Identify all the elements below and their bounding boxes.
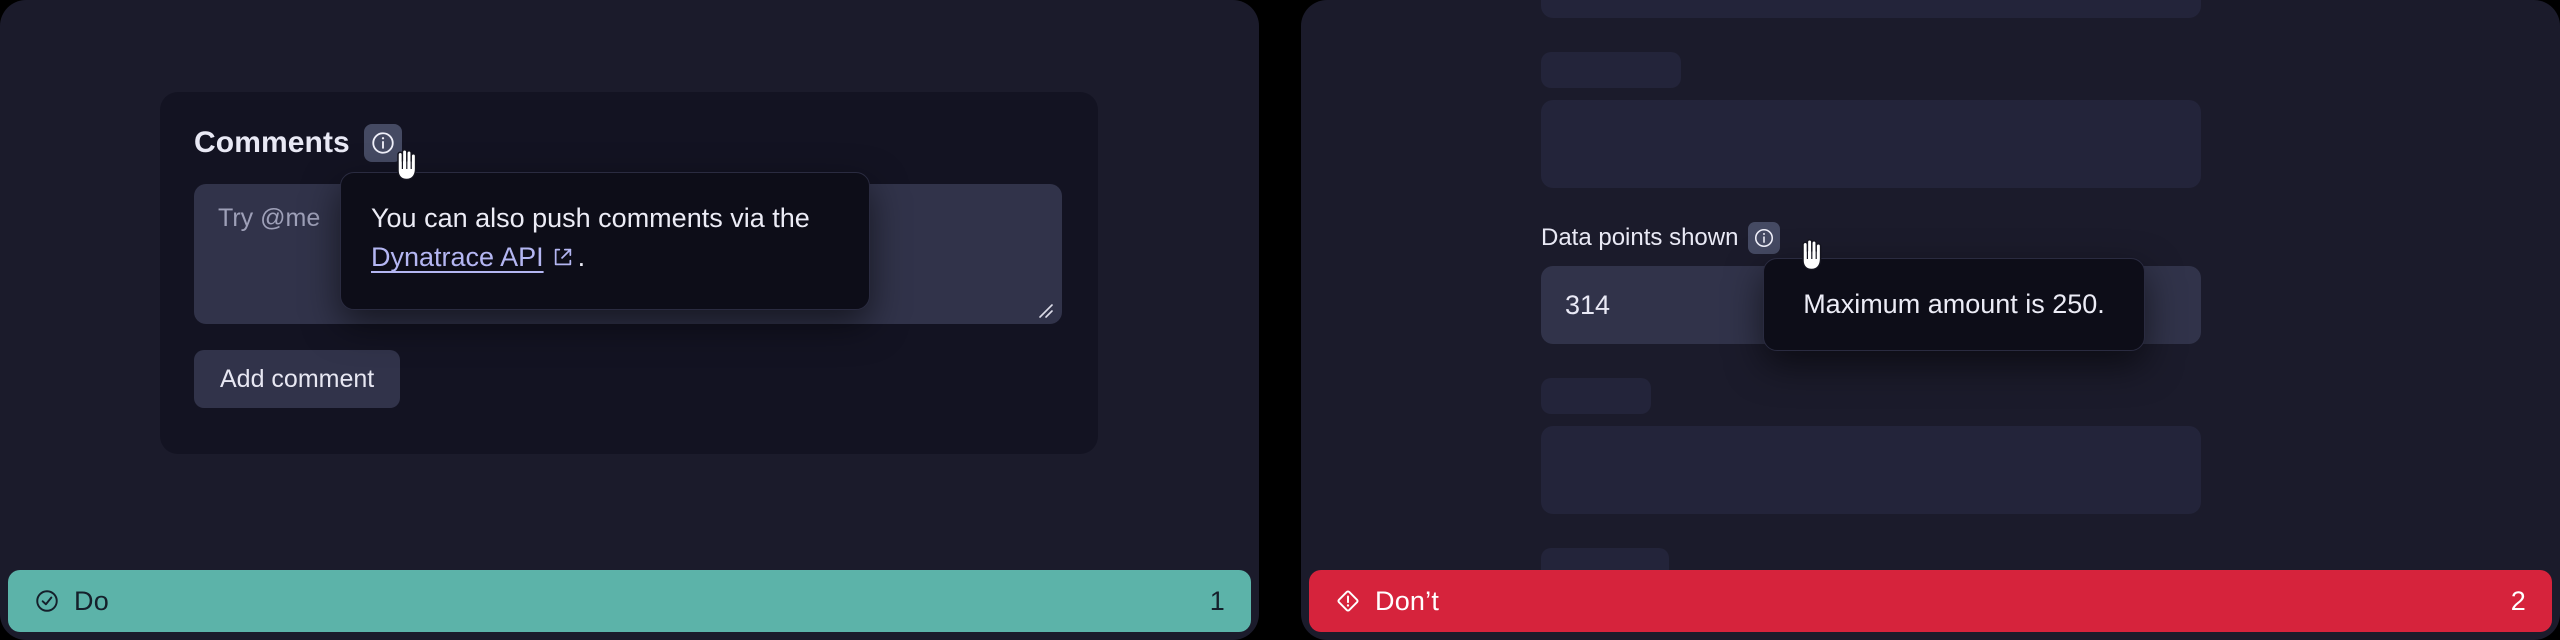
do-panel-body: Comments Try @me Add comment You can als… bbox=[0, 0, 1259, 572]
skeleton-row-3 bbox=[1541, 548, 2241, 572]
check-circle-icon bbox=[34, 588, 60, 614]
comments-card-header: Comments bbox=[194, 124, 1064, 162]
dynatrace-api-link[interactable]: Dynatrace API bbox=[371, 242, 544, 272]
do-count: 1 bbox=[1209, 585, 1225, 616]
comment-placeholder: Try @me bbox=[218, 204, 321, 232]
tooltip-text: You can also push comments via the bbox=[371, 203, 810, 233]
skeleton-label bbox=[1541, 548, 1669, 572]
skeleton-field bbox=[1541, 426, 2201, 514]
data-points-tooltip: Maximum amount is 250. bbox=[1763, 258, 2145, 351]
page-title: Comments bbox=[194, 126, 350, 159]
do-panel: Comments Try @me Add comment You can als… bbox=[0, 0, 1259, 640]
skeleton-label bbox=[1541, 52, 1681, 88]
dont-panel-body: Data points shown 314 Maximum amount is … bbox=[1301, 0, 2560, 572]
do-verdict-bar: Do 1 bbox=[8, 570, 1251, 632]
warning-diamond-icon bbox=[1335, 588, 1361, 614]
data-points-value: 314 bbox=[1565, 289, 1611, 320]
dont-panel: Data points shown 314 Maximum amount is … bbox=[1301, 0, 2560, 640]
do-label: Do bbox=[74, 585, 109, 616]
do-verdict-label-group: Do bbox=[34, 586, 109, 617]
skeleton-field bbox=[1541, 100, 2201, 188]
tooltip-text-after: . bbox=[577, 242, 586, 273]
skeleton-label bbox=[1541, 378, 1651, 414]
data-points-label-row: Data points shown bbox=[1541, 222, 2241, 254]
info-circle-icon[interactable] bbox=[363, 124, 402, 162]
skeleton-row-2 bbox=[1541, 378, 2241, 514]
skeleton-field bbox=[1541, 0, 2201, 18]
skeleton-row-1 bbox=[1541, 52, 2241, 188]
skeleton-row-0 bbox=[1541, 0, 2241, 18]
add-comment-button[interactable]: Add comment bbox=[194, 350, 401, 408]
dont-count: 2 bbox=[2510, 585, 2526, 616]
dont-verdict-bar: Don’t 2 bbox=[1309, 570, 2552, 632]
external-link-icon[interactable] bbox=[552, 240, 574, 279]
data-points-label: Data points shown bbox=[1541, 224, 1739, 251]
tooltip-text: Maximum amount is 250. bbox=[1803, 289, 2105, 319]
dont-label: Don’t bbox=[1375, 585, 1440, 616]
info-circle-icon[interactable] bbox=[1748, 222, 1781, 254]
comparison-stage: Comments Try @me Add comment You can als… bbox=[0, 0, 2560, 640]
resize-grip-icon[interactable] bbox=[1034, 297, 1054, 318]
comments-tooltip: You can also push comments via the Dynat… bbox=[340, 172, 870, 311]
dont-verdict-label-group: Don’t bbox=[1335, 586, 1439, 617]
